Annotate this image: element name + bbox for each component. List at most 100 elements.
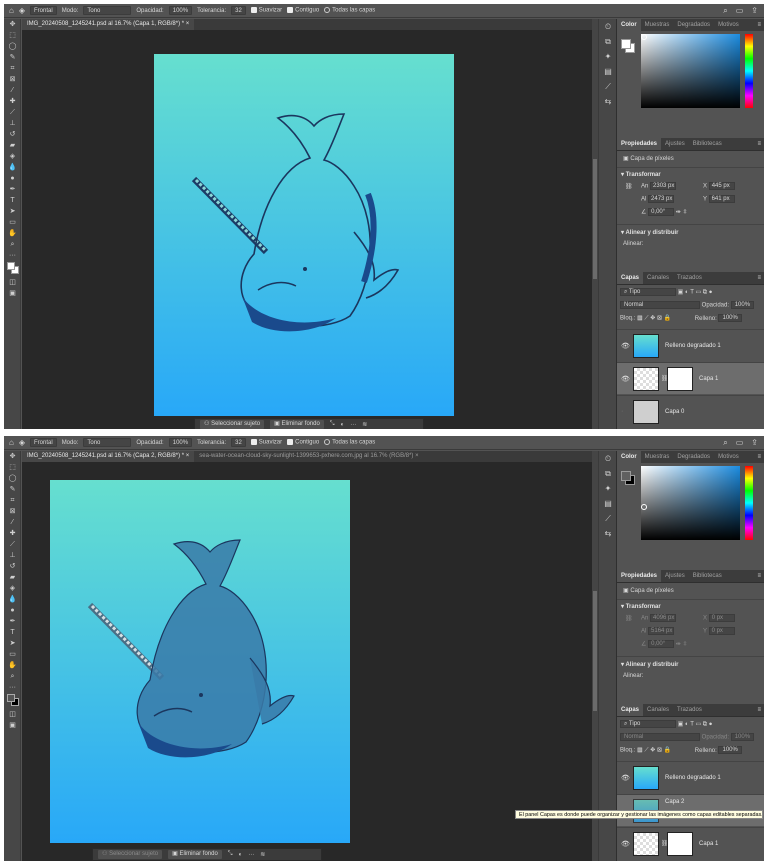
dodge-tool-icon[interactable]: ●: [4, 173, 21, 184]
transform-icon[interactable]: ⤡: [228, 851, 233, 858]
link-icon[interactable]: ⛓: [625, 615, 633, 622]
flip-horizontal-icon[interactable]: ⇹: [676, 210, 681, 216]
tab-layers[interactable]: Capas: [617, 704, 644, 716]
lock-paint-icon[interactable]: ⟋: [644, 316, 648, 322]
lasso-tool-icon[interactable]: ◯: [4, 473, 21, 484]
width-input[interactable]: 2303 px: [650, 182, 677, 190]
panel-menu-icon[interactable]: ≡: [757, 272, 764, 284]
tab-channels[interactable]: Canales: [643, 704, 673, 716]
panel-menu-icon[interactable]: ≡: [757, 19, 764, 31]
fill-source-dropdown[interactable]: Frontal: [30, 438, 57, 447]
quick-mask-icon[interactable]: ◫: [4, 277, 21, 288]
lasso-tool-icon[interactable]: ◯: [4, 41, 21, 52]
blend-mode-dropdown[interactable]: Normal: [620, 301, 700, 309]
adjustments-panel-icon[interactable]: ⇆: [599, 94, 617, 109]
lock-artboard-icon[interactable]: ⊠: [657, 316, 662, 322]
path-select-tool-icon[interactable]: ➤: [4, 638, 21, 649]
blend-mode-dropdown[interactable]: Normal: [620, 733, 700, 741]
adjustments-panel-icon[interactable]: ⇆: [599, 526, 617, 541]
document-canvas[interactable]: [50, 480, 350, 843]
more-options-button[interactable]: ···: [350, 422, 356, 428]
brush-tool-icon[interactable]: ⟋: [4, 539, 21, 550]
mode-dropdown[interactable]: Tono: [83, 6, 132, 15]
eyedropper-tool-icon[interactable]: ⁄: [4, 517, 21, 528]
x-input[interactable]: 0 px: [708, 614, 735, 622]
contiguous-checkbox[interactable]: Contiguo: [287, 7, 319, 14]
lock-transparency-icon[interactable]: ▦: [637, 748, 643, 754]
y-input[interactable]: 641 px: [708, 195, 735, 203]
height-input[interactable]: 5164 px: [648, 627, 675, 635]
search-icon[interactable]: ⌕: [723, 438, 727, 448]
brush-panel-icon[interactable]: ⟋: [599, 511, 617, 526]
tolerance-input[interactable]: 32: [231, 6, 246, 15]
all-layers-checkbox[interactable]: Todas las capas: [324, 439, 375, 446]
settings-icon[interactable]: ≋: [362, 421, 367, 428]
hand-tool-icon[interactable]: ✋: [4, 660, 21, 671]
eye-icon[interactable]: 👁: [621, 375, 630, 383]
lock-artboard-icon[interactable]: ⊠: [657, 748, 662, 754]
tab-properties[interactable]: Propiedades: [617, 570, 662, 582]
home-icon[interactable]: ⌂: [9, 438, 14, 447]
quick-mask-icon[interactable]: ◫: [4, 709, 21, 720]
hand-tool-icon[interactable]: ✋: [4, 228, 21, 239]
tab-patterns[interactable]: Motivos: [714, 451, 743, 463]
panel-menu-icon[interactable]: ≡: [757, 138, 764, 150]
lock-transparency-icon[interactable]: ▦: [637, 316, 643, 322]
layer-opacity-input[interactable]: 100%: [730, 733, 755, 741]
type-tool-icon[interactable]: T: [4, 195, 21, 206]
remove-background-button[interactable]: ▣ Eliminar fondo: [270, 420, 324, 429]
filter-toggle-icon[interactable]: ●: [709, 722, 713, 728]
zoom-tool-icon[interactable]: ⌕: [4, 239, 21, 250]
canvas-area[interactable]: ⚇ Seleccionar sujeto ▣ Eliminar fondo ⤡ …: [22, 30, 592, 429]
tab-swatches[interactable]: Muestras: [641, 19, 674, 31]
search-icon[interactable]: ⌕: [723, 6, 727, 16]
layer-opacity-input[interactable]: 100%: [730, 301, 755, 309]
hue-slider[interactable]: [745, 466, 753, 540]
flip-vertical-icon[interactable]: ⇳: [682, 210, 687, 216]
foreground-color-swatch[interactable]: [621, 471, 631, 481]
foreground-swatch[interactable]: [7, 694, 15, 702]
select-subject-button[interactable]: ⚇ Seleccionar sujeto: [200, 420, 265, 429]
opacity-input[interactable]: 100%: [168, 438, 193, 447]
contiguous-checkbox[interactable]: Contiguo: [287, 439, 319, 446]
color-field[interactable]: [641, 466, 740, 540]
layer-row-selected[interactable]: 👁 ⛓ Capa 1: [617, 362, 764, 394]
document-tab[interactable]: sea-water-ocean-cloud-sky-sunlight-13996…: [194, 451, 423, 462]
tab-color[interactable]: Color: [617, 19, 641, 31]
layer-row[interactable]: 👁 Relleno degradado 1: [617, 761, 764, 793]
lock-position-icon[interactable]: ✥: [650, 316, 655, 322]
lock-all-icon[interactable]: 🔒: [664, 748, 671, 754]
paint-bucket-tool-icon[interactable]: ◈: [4, 151, 21, 162]
angle-input[interactable]: 0,00°: [648, 640, 675, 648]
layer-row[interactable]: 👁 Relleno degradado 1: [617, 329, 764, 361]
share-icon[interactable]: ⇪: [751, 438, 758, 448]
tab-gradients[interactable]: Degradados: [673, 451, 714, 463]
workspace-icon[interactable]: ▭: [736, 6, 744, 16]
all-layers-checkbox[interactable]: Todas las capas: [324, 7, 375, 14]
document-tab[interactable]: IMG_20240508_1245241.psd al 16.7% (Capa …: [22, 451, 195, 462]
color-field[interactable]: [641, 34, 740, 108]
share-icon[interactable]: ⇪: [751, 6, 758, 16]
hue-slider[interactable]: [745, 34, 753, 108]
lock-paint-icon[interactable]: ⟋: [644, 748, 648, 754]
paint-bucket-tool-icon[interactable]: ◈: [19, 6, 25, 15]
path-select-tool-icon[interactable]: ➤: [4, 206, 21, 217]
settings-icon[interactable]: ≋: [260, 851, 265, 858]
tab-adjustments[interactable]: Ajustes: [661, 138, 689, 150]
screen-mode-icon[interactable]: ▣: [4, 720, 21, 731]
tab-libraries[interactable]: Bibliotecas: [689, 138, 726, 150]
brush-tool-icon[interactable]: ⟋: [4, 107, 21, 118]
move-tool-icon[interactable]: ✥: [4, 19, 21, 30]
x-input[interactable]: 445 px: [708, 182, 735, 190]
transform-section[interactable]: ▾ Transformar: [621, 603, 661, 610]
opacity-input[interactable]: 100%: [168, 6, 193, 15]
home-icon[interactable]: ⌂: [9, 6, 14, 15]
stamp-tool-icon[interactable]: ⊥: [4, 550, 21, 561]
transform-icon[interactable]: ⤡: [330, 421, 335, 428]
eye-icon[interactable]: 👁: [621, 840, 630, 848]
lock-position-icon[interactable]: ✥: [650, 748, 655, 754]
remove-background-button[interactable]: ▣ Eliminar fondo: [168, 850, 222, 859]
color-picker-marker[interactable]: [641, 34, 647, 40]
paint-bucket-tool-icon[interactable]: ◈: [19, 438, 25, 447]
fill-input[interactable]: 100%: [718, 746, 742, 754]
